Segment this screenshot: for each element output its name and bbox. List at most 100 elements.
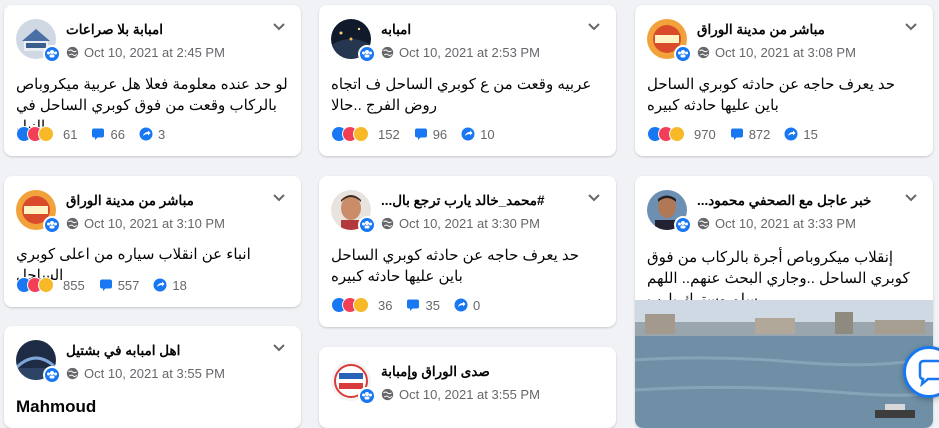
globe-icon [381, 46, 394, 59]
avatar[interactable] [647, 19, 692, 63]
post-card[interactable]: امبابة بلا صراعات Oct 10, 2021 at 2:45 P… [4, 5, 301, 156]
reaction-count[interactable]: 61 [63, 127, 77, 142]
chat-button[interactable] [903, 346, 939, 398]
post-text: حد يعرف حاجه عن حادثه كوبري الساحل باين … [647, 76, 896, 114]
reaction-icons[interactable] [16, 126, 54, 142]
post-date[interactable]: Oct 10, 2021 at 3:30 PM [399, 216, 540, 231]
globe-icon [66, 367, 79, 380]
post-date[interactable]: Oct 10, 2021 at 3:10 PM [84, 216, 225, 231]
comments-stat[interactable]: 96 [414, 127, 447, 142]
post-meta: Oct 10, 2021 at 3:08 PM [697, 45, 856, 60]
group-icon [674, 45, 692, 63]
post-card[interactable]: صدى الوراق وإمبابة Oct 10, 2021 at 3:55 … [319, 347, 616, 428]
chevron-down-icon[interactable] [271, 19, 287, 35]
post-date[interactable]: Oct 10, 2021 at 2:53 PM [399, 45, 540, 60]
post-date[interactable]: Oct 10, 2021 at 3:08 PM [715, 45, 856, 60]
reaction-count[interactable]: 855 [63, 278, 85, 293]
comment-count: 96 [432, 126, 448, 142]
post-meta: Oct 10, 2021 at 2:53 PM [381, 45, 540, 60]
share-icon [454, 298, 468, 312]
chevron-down-icon[interactable] [903, 190, 919, 206]
share-icon [153, 278, 167, 292]
comments-stat[interactable]: 35 [406, 297, 440, 313]
chevron-down-icon[interactable] [271, 340, 287, 356]
shares-stat[interactable]: 18 [153, 277, 187, 293]
post-meta: Oct 10, 2021 at 3:55 PM [381, 387, 540, 402]
shares-stat[interactable]: 15 [784, 126, 818, 142]
group-icon [43, 216, 61, 234]
reaction-icons[interactable] [331, 126, 369, 142]
group-icon [43, 366, 61, 384]
post-card[interactable]: خبر عاجل مع الصحفي محمود... Oct 10, 2021… [635, 176, 933, 428]
avatar[interactable] [16, 340, 61, 384]
shares-stat[interactable]: 0 [454, 298, 480, 313]
post-author[interactable]: مباشر من مدينة الوراق [66, 193, 194, 209]
post-meta: Oct 10, 2021 at 3:33 PM [697, 216, 856, 231]
comment-count: 35 [425, 297, 440, 313]
post-card[interactable]: مباشر من مدينة الوراق Oct 10, 2021 at 3:… [4, 176, 301, 307]
share-count: 10 [480, 126, 495, 142]
shares-stat[interactable]: 3 [139, 127, 165, 142]
group-icon [358, 216, 376, 234]
share-count: 18 [172, 277, 187, 293]
chevron-down-icon[interactable] [903, 19, 919, 35]
post-stats: 152 96 10 [331, 126, 503, 142]
share-count: 0 [472, 297, 481, 313]
post-author[interactable]: مباشر من مدينة الوراق [697, 22, 825, 38]
reaction-count[interactable]: 970 [694, 127, 716, 142]
post-meta: Oct 10, 2021 at 3:30 PM [381, 216, 540, 231]
chat-icon [918, 359, 939, 388]
post-card[interactable]: امبابه Oct 10, 2021 at 2:53 PM عربيه وقع… [319, 5, 616, 156]
post-meta: Oct 10, 2021 at 2:45 PM [66, 45, 225, 60]
comment-count: 66 [110, 126, 125, 142]
post-stats: 61 66 3 [16, 126, 173, 142]
group-icon [43, 45, 61, 63]
share-icon [139, 127, 153, 141]
post-author[interactable]: خبر عاجل مع الصحفي محمود... [697, 193, 871, 209]
avatar[interactable] [647, 190, 692, 234]
share-icon [461, 127, 475, 141]
comment-icon [92, 128, 105, 140]
chevron-down-icon[interactable] [586, 19, 602, 35]
comment-count: 872 [748, 126, 771, 142]
share-icon [784, 127, 798, 141]
post-card[interactable]: #محمد_خالد يارب ترجع بال... Oct 10, 2021… [319, 176, 616, 327]
avatar[interactable] [331, 19, 376, 63]
chevron-down-icon[interactable] [586, 190, 602, 206]
comments-stat[interactable]: 66 [91, 126, 125, 142]
avatar[interactable] [331, 361, 376, 405]
post-card[interactable]: مباشر من مدينة الوراق Oct 10, 2021 at 3:… [635, 5, 933, 156]
globe-icon [381, 388, 394, 401]
globe-icon [381, 217, 394, 230]
shares-stat[interactable]: 10 [461, 126, 495, 142]
post-author[interactable]: امبابة بلا صراعات [66, 22, 163, 38]
comment-icon [99, 279, 112, 291]
shared-name: Mahmoud [16, 397, 97, 416]
avatar[interactable] [16, 19, 61, 63]
post-photo[interactable] [635, 300, 933, 428]
comments-stat[interactable]: 872 [730, 126, 771, 142]
reaction-count[interactable]: 36 [378, 298, 392, 313]
post-card[interactable]: اهل امبابه في بشتيل Oct 10, 2021 at 3:55… [4, 326, 301, 428]
share-count: 15 [803, 126, 818, 142]
reaction-icons[interactable] [16, 277, 54, 293]
comment-count: 557 [117, 277, 140, 293]
post-date[interactable]: Oct 10, 2021 at 3:55 PM [399, 387, 540, 402]
chevron-down-icon[interactable] [271, 190, 287, 206]
avatar[interactable] [331, 190, 376, 234]
reaction-icons[interactable] [331, 297, 369, 313]
post-author[interactable]: #محمد_خالد يارب ترجع بال... [381, 193, 545, 209]
comments-stat[interactable]: 557 [99, 277, 140, 293]
avatar[interactable] [16, 190, 61, 234]
post-author[interactable]: امبابه [381, 22, 411, 38]
share-count: 3 [157, 126, 166, 142]
globe-icon [697, 217, 710, 230]
post-date[interactable]: Oct 10, 2021 at 3:55 PM [84, 366, 225, 381]
post-author[interactable]: صدى الوراق وإمبابة [381, 364, 490, 380]
post-date[interactable]: Oct 10, 2021 at 3:33 PM [715, 216, 856, 231]
post-text: عربيه وقعت من ع كوبري الساحل ف اتجاه روض… [331, 76, 592, 114]
post-author[interactable]: اهل امبابه في بشتيل [66, 343, 180, 359]
reaction-icons[interactable] [647, 126, 685, 142]
reaction-count[interactable]: 152 [378, 127, 400, 142]
post-date[interactable]: Oct 10, 2021 at 2:45 PM [84, 45, 225, 60]
